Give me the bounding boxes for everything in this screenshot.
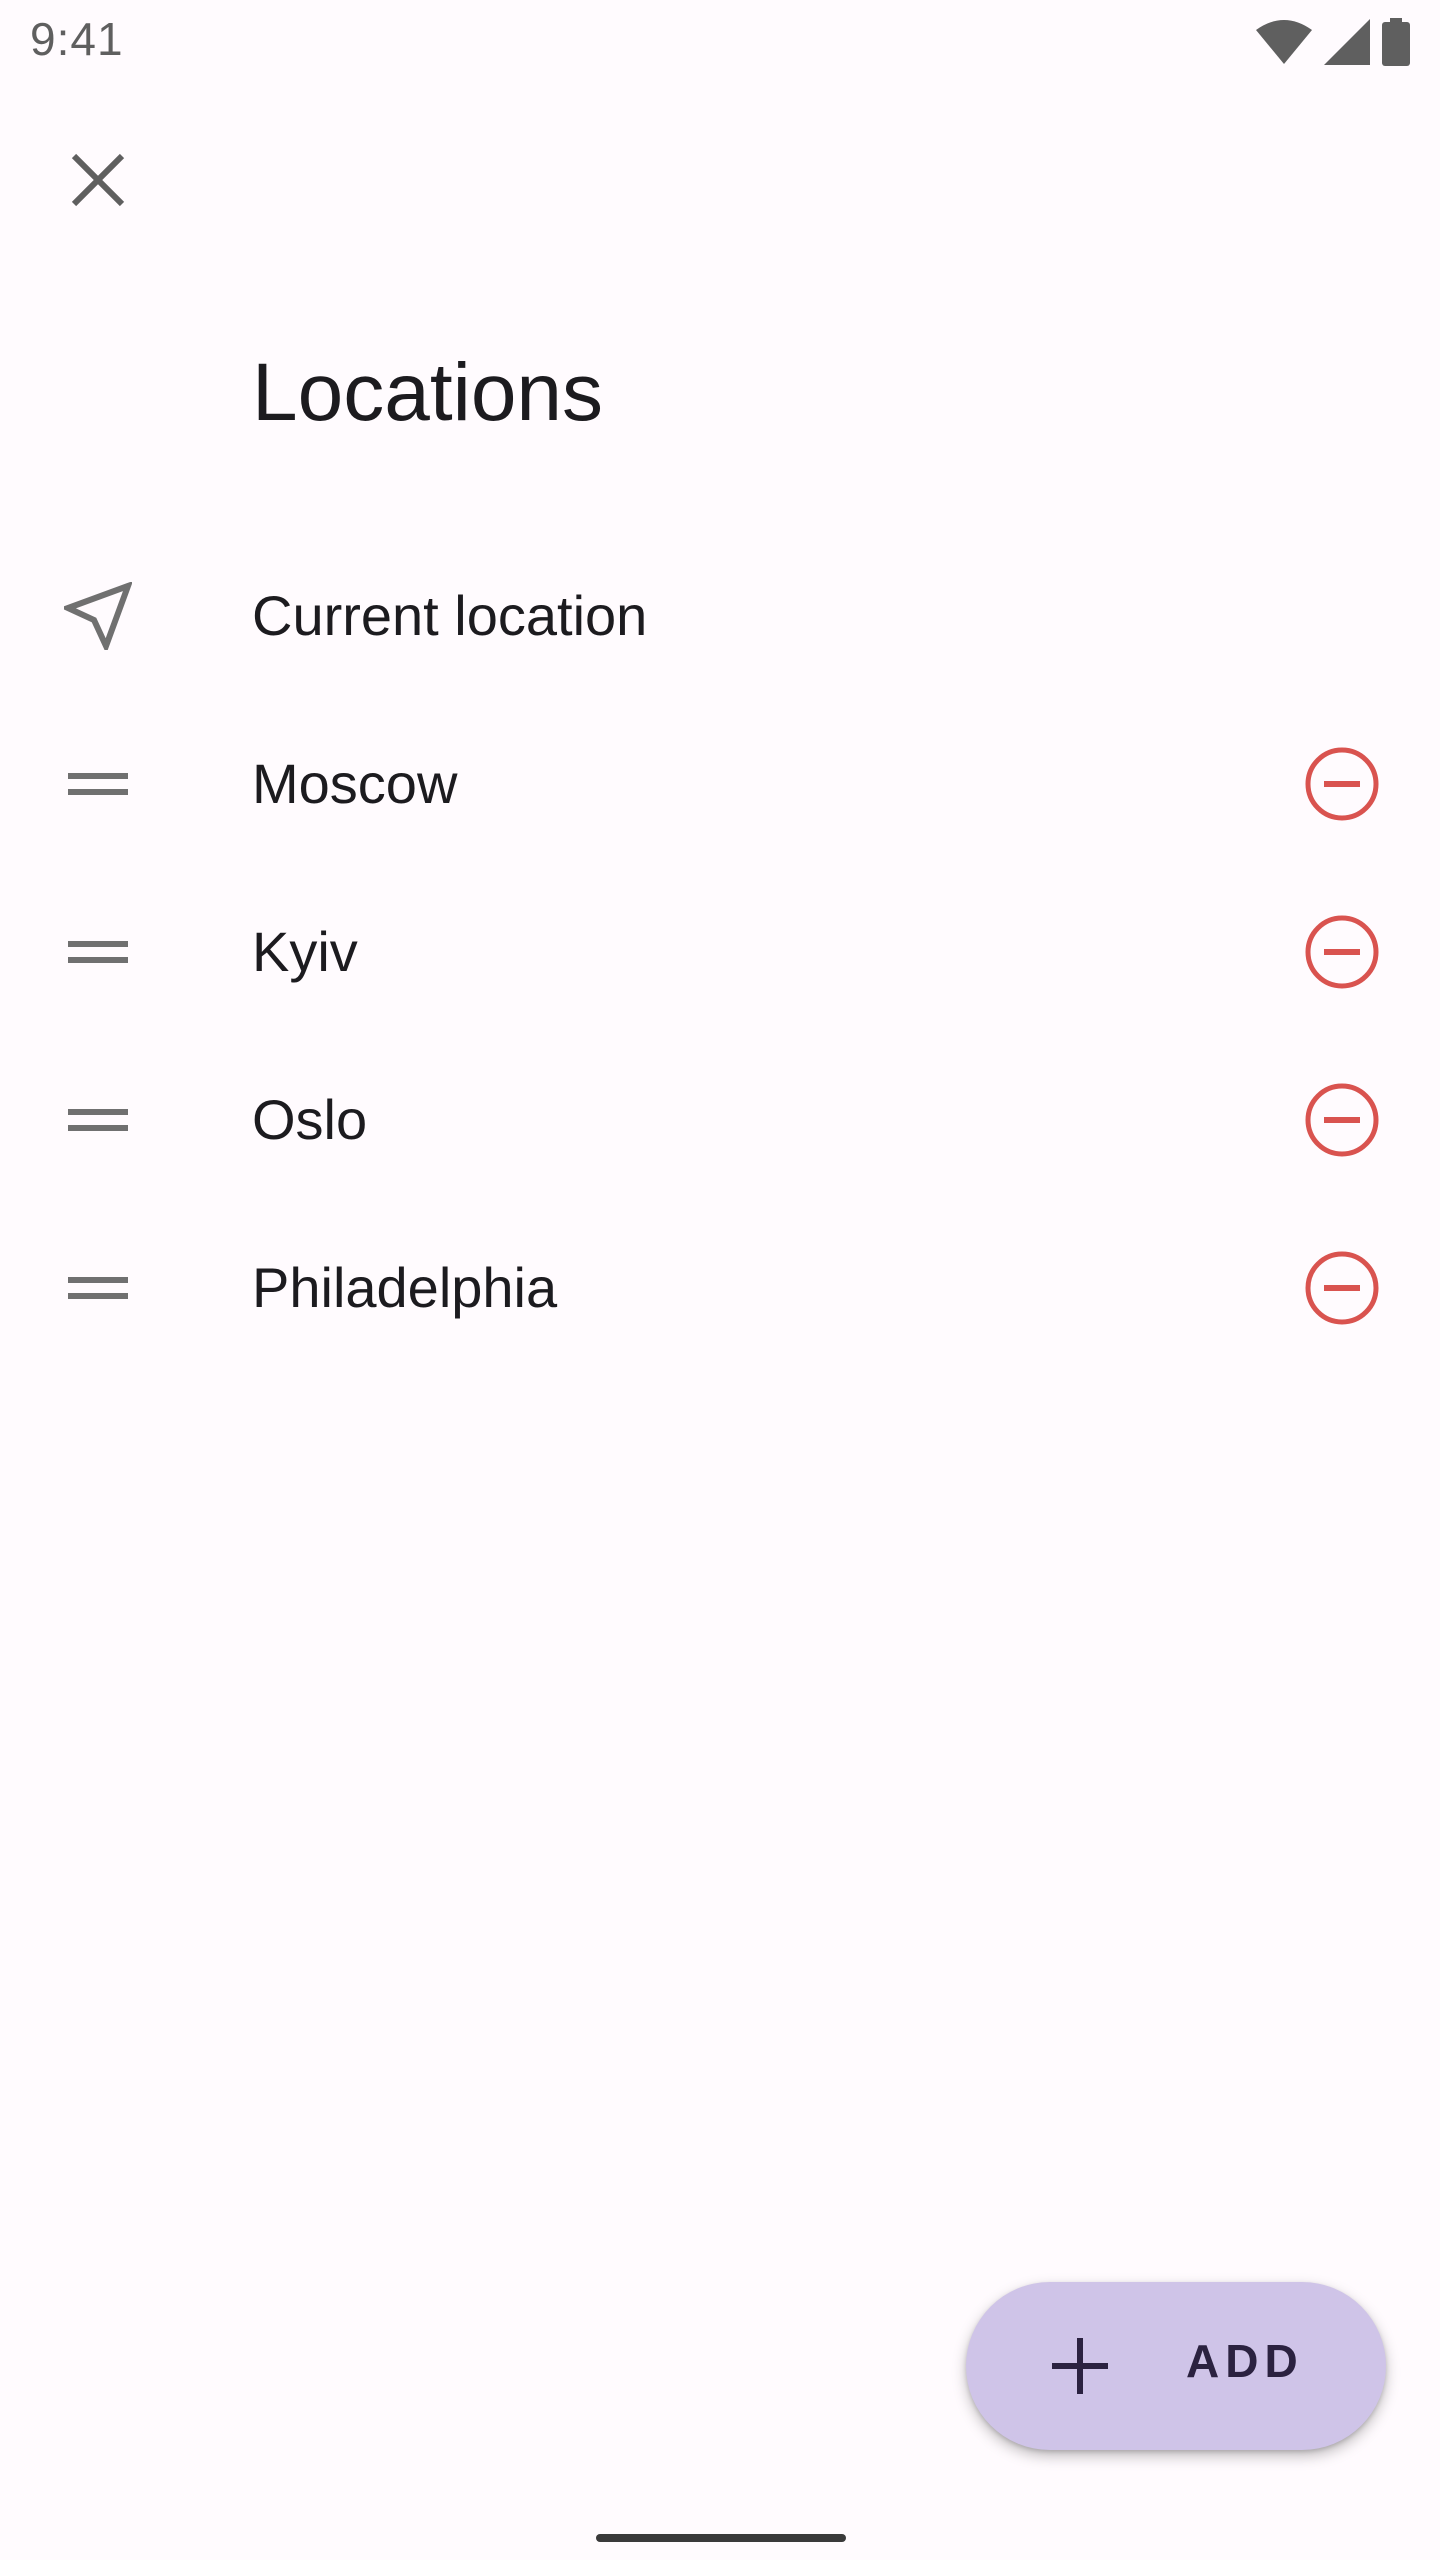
remove-circle-icon	[1305, 915, 1379, 989]
close-icon	[71, 153, 125, 207]
remove-location-button[interactable]	[1294, 904, 1390, 1000]
wifi-icon	[1256, 20, 1312, 64]
location-row[interactable]: Oslo	[0, 1036, 1440, 1204]
current-location-label: Current location	[252, 584, 648, 647]
remove-circle-icon	[1305, 1083, 1379, 1157]
remove-location-button[interactable]	[1294, 1072, 1390, 1168]
battery-icon	[1382, 18, 1410, 66]
navigation-arrow-icon	[50, 568, 146, 664]
drag-handle-icon[interactable]	[50, 1072, 146, 1168]
page-title: Locations	[252, 347, 604, 438]
location-label: Moscow	[252, 752, 458, 815]
drag-handle-icon[interactable]	[50, 904, 146, 1000]
status-time: 9:41	[30, 13, 124, 65]
status-bar: 9:41	[0, 0, 1440, 84]
add-location-button[interactable]: ADD	[966, 2282, 1386, 2450]
drag-handle-icon[interactable]	[50, 1240, 146, 1336]
remove-location-button[interactable]	[1294, 1240, 1390, 1336]
location-row[interactable]: Philadelphia	[0, 1204, 1440, 1372]
home-indicator[interactable]	[596, 2534, 846, 2542]
drag-handle-icon[interactable]	[50, 736, 146, 832]
location-label: Oslo	[252, 1088, 368, 1151]
remove-circle-icon	[1305, 747, 1379, 821]
current-location-row[interactable]: Current location	[0, 532, 1440, 700]
signal-icon	[1324, 19, 1370, 65]
location-row[interactable]: Moscow	[0, 700, 1440, 868]
location-row[interactable]: Kyiv	[0, 868, 1440, 1036]
remove-circle-icon	[1305, 1251, 1379, 1325]
close-button[interactable]	[50, 132, 146, 228]
location-label: Kyiv	[252, 920, 358, 983]
status-icons	[1256, 18, 1410, 66]
plus-icon	[1052, 2338, 1108, 2394]
location-label: Philadelphia	[252, 1256, 558, 1319]
add-button-label: ADD	[1186, 2335, 1304, 2387]
remove-location-button[interactable]	[1294, 736, 1390, 832]
